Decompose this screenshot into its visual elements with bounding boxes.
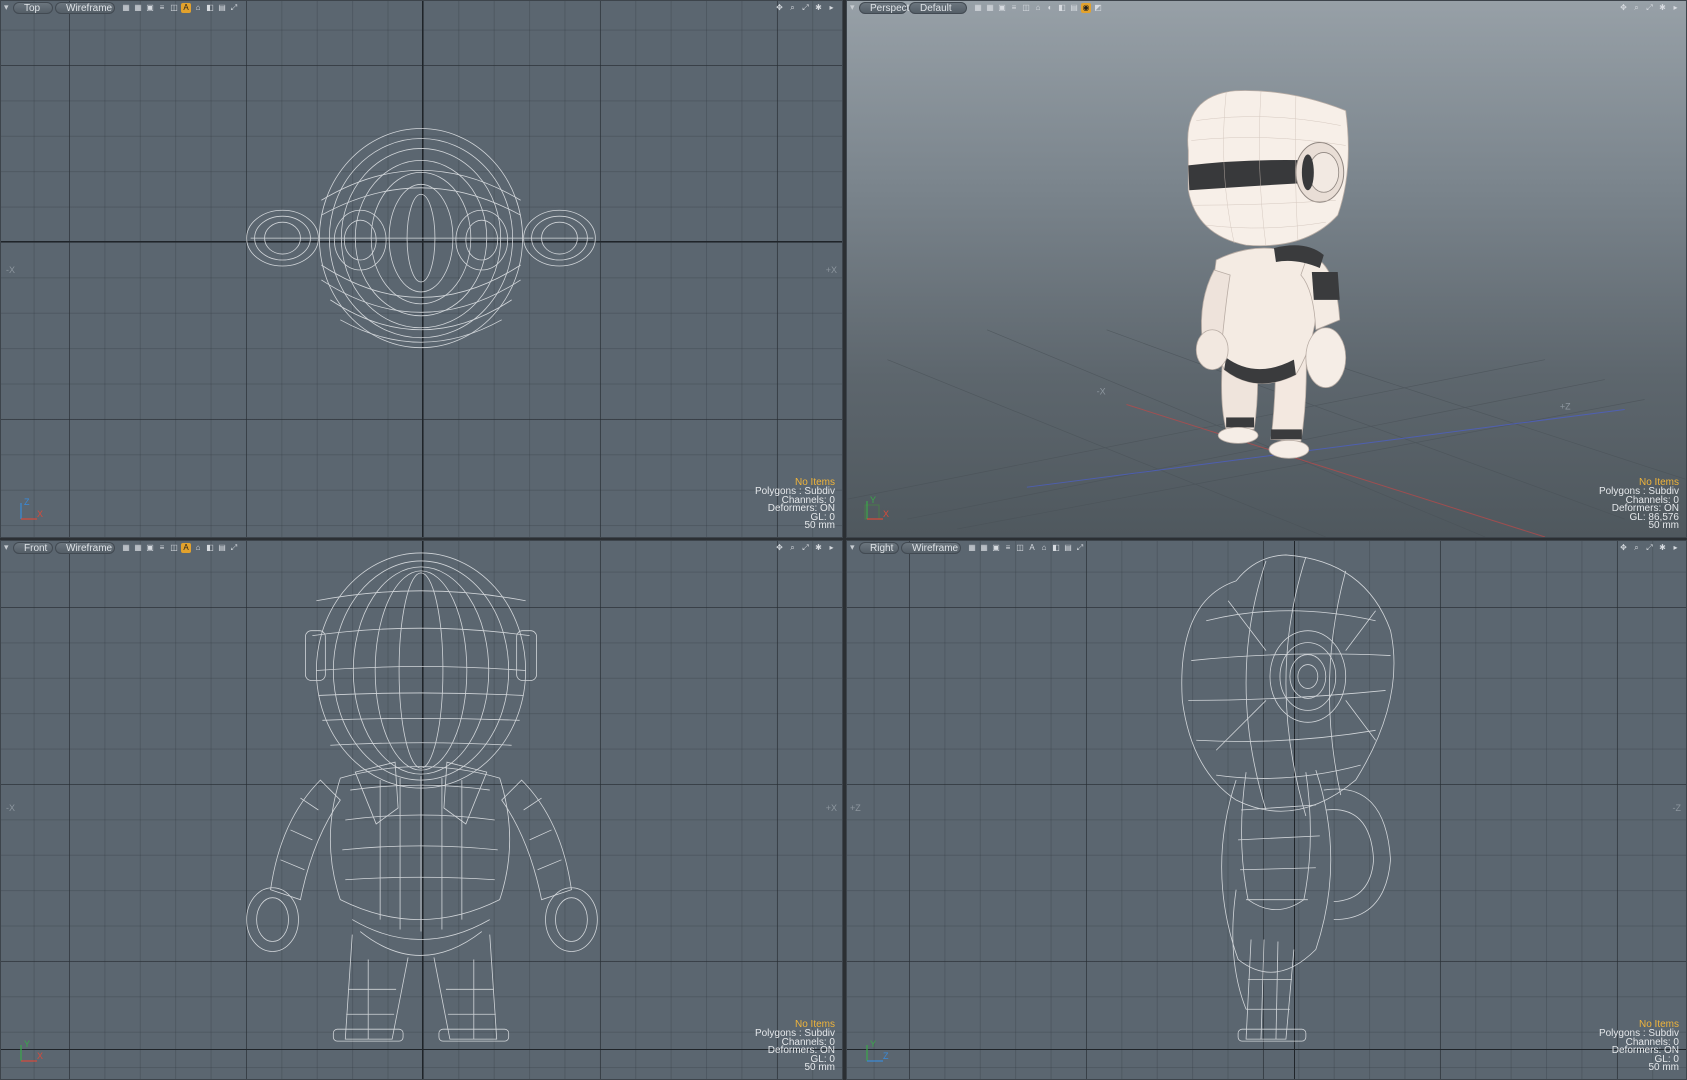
viewport-top[interactable]: ▾ Top Wireframe ▦ ▦ ▣ ≡ ◫ A ⌂ ◧ ▤ ⤢ ✥ ⌕ …	[0, 0, 843, 538]
gizmo-axis2-label: X	[37, 509, 43, 519]
gizmo-axis2-label: X	[37, 1051, 43, 1061]
axis-gizmo-icon: Z X	[20, 497, 43, 520]
gizmo-axis2-label: Z	[883, 1051, 889, 1061]
viewport-info: No Items Polygons : Subdiv Channels: 0 D…	[755, 478, 835, 532]
viewport-right[interactable]: ▾ Right Wireframe ▦ ▦ ▣ ≡ ◫ A ⌂ ◧ ▤ ⤢ ✥ …	[846, 540, 1687, 1080]
perspective-scene: -X +Z	[847, 90, 1686, 537]
axis-gizmo-icon: Y X	[20, 1039, 43, 1062]
gizmo-axis1-label: Y	[870, 1039, 876, 1049]
viewport-perspective[interactable]: ▾ Perspect Default ▦ ▦ ▣ ≡ ◫ ⌂ ◐ ◧ ▤ ◉ ◩…	[846, 0, 1687, 538]
viewport-info: No Items Polygons : Subdiv Channels: 0 D…	[755, 1020, 835, 1074]
axis-label-left: -X	[1097, 387, 1106, 397]
viewport-info: No Items Polygons : Subdiv Channels: 0 D…	[1599, 1020, 1679, 1074]
info-scale: 50 mm	[1648, 520, 1679, 532]
viewport-front[interactable]: ▾ Front Wireframe ▦ ▦ ▣ ≡ ◫ A ⌂ ◧ ▤ ⤢ ✥ …	[0, 540, 843, 1080]
gizmo-axis2-label: X	[883, 509, 889, 519]
info-scale: 50 mm	[1648, 1062, 1679, 1074]
axis-gizmo-icon: Y Z	[866, 1039, 889, 1062]
gizmo-axis1-label: Y	[870, 495, 876, 505]
wireframe-model-top	[246, 128, 596, 349]
info-scale: 50 mm	[804, 520, 835, 532]
gizmo-axis1-label: Y	[24, 1039, 30, 1049]
wireframe-model-front	[246, 552, 598, 1042]
info-scale: 50 mm	[804, 1062, 835, 1074]
z-axis-line	[1026, 408, 1625, 488]
viewport-info: No Items Polygons : Subdiv Channels: 0 D…	[1599, 478, 1679, 532]
gizmo-axis1-label: Z	[24, 497, 30, 507]
wireframe-model-right	[1181, 554, 1395, 1042]
x-axis-line	[1126, 404, 1546, 537]
axis-label-right: +Z	[1560, 401, 1571, 411]
robot-character	[1187, 90, 1349, 459]
axis-gizmo-icon: Y X	[864, 495, 889, 520]
